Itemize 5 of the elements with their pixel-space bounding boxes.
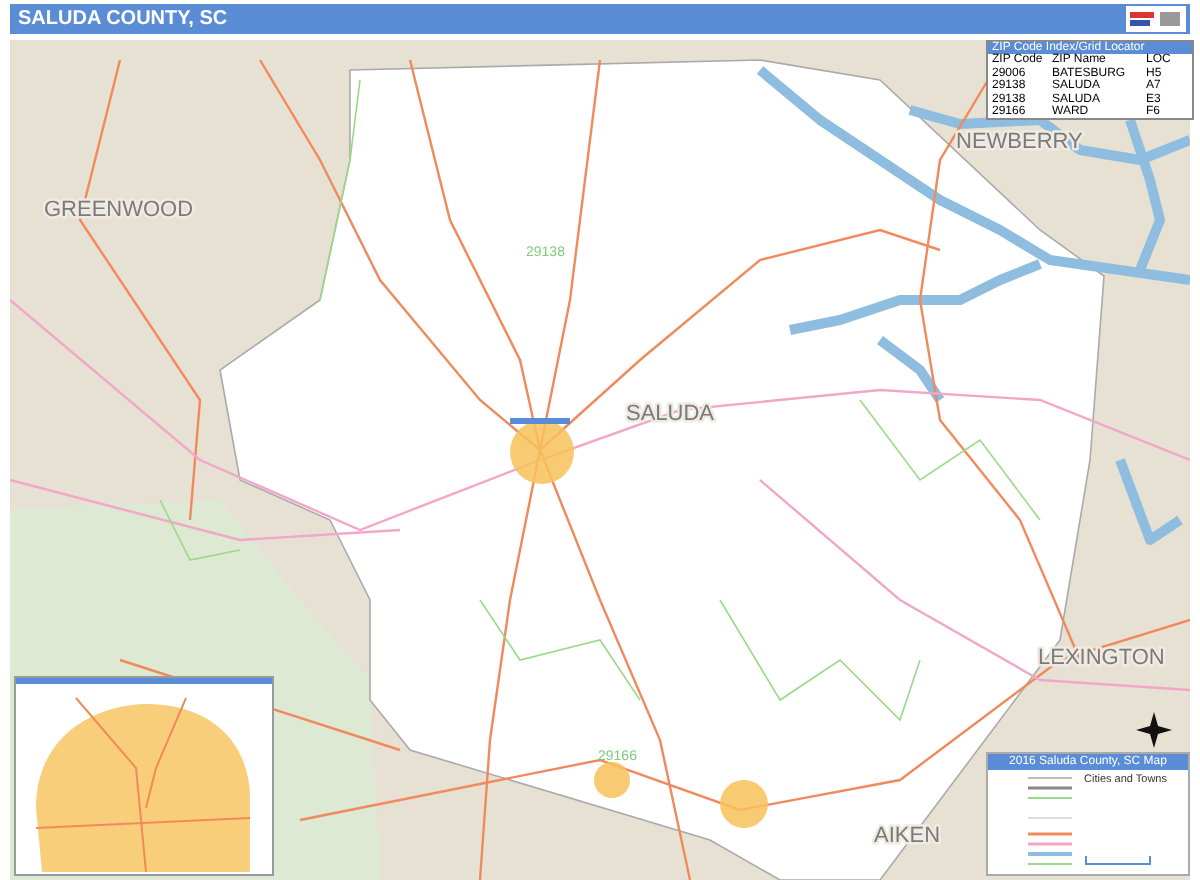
logo-icon	[1126, 6, 1186, 32]
legend-swatches-drawing	[1028, 774, 1072, 866]
scale-bar-icon	[1084, 854, 1152, 866]
map-title: SALUDA COUNTY, SC	[18, 8, 228, 30]
compass-rose-icon	[1136, 712, 1172, 748]
